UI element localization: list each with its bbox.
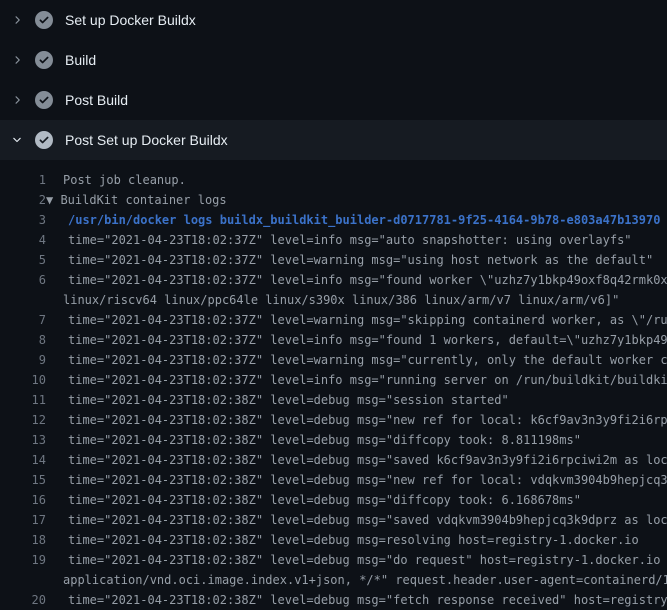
line-number[interactable]: 6 xyxy=(0,270,46,290)
step-header-build[interactable]: Build xyxy=(0,40,667,80)
log-line: 18 time="2021-04-23T18:02:38Z" level=deb… xyxy=(0,530,667,550)
log-line-text: time="2021-04-23T18:02:37Z" level=info m… xyxy=(68,330,667,350)
log-line: 10 time="2021-04-23T18:02:37Z" level=inf… xyxy=(0,370,667,390)
workflow-steps-list: Set up Docker Buildx Build Post Build Po… xyxy=(0,0,667,160)
log-line-text: time="2021-04-23T18:02:38Z" level=debug … xyxy=(68,490,581,510)
line-number[interactable]: 14 xyxy=(0,450,46,470)
log-line-text: time="2021-04-23T18:02:37Z" level=info m… xyxy=(68,270,667,290)
line-number[interactable]: 7 xyxy=(0,310,46,330)
log-line-text: Post job cleanup. xyxy=(63,170,186,190)
log-line-text: time="2021-04-23T18:02:38Z" level=debug … xyxy=(68,510,667,530)
line-number[interactable]: 11 xyxy=(0,390,46,410)
line-number xyxy=(0,290,46,310)
check-circle-icon xyxy=(35,11,53,29)
step-header-post-build[interactable]: Post Build xyxy=(0,80,667,120)
log-line: 11 time="2021-04-23T18:02:38Z" level=deb… xyxy=(0,390,667,410)
log-line: 16 time="2021-04-23T18:02:38Z" level=deb… xyxy=(0,490,667,510)
line-number xyxy=(0,570,46,590)
log-line: 12 time="2021-04-23T18:02:38Z" level=deb… xyxy=(0,410,667,430)
log-line-text: time="2021-04-23T18:02:38Z" level=debug … xyxy=(68,450,667,470)
step-title: Build xyxy=(65,52,96,68)
log-line-text: time="2021-04-23T18:02:38Z" level=debug … xyxy=(68,550,667,570)
log-line-text: linux/riscv64 linux/ppc64le linux/s390x … xyxy=(63,290,619,310)
step-header-post-set-up-docker-buildx[interactable]: Post Set up Docker Buildx xyxy=(0,120,667,160)
log-line-text: time="2021-04-23T18:02:38Z" level=debug … xyxy=(68,390,509,410)
log-line-text: time="2021-04-23T18:02:38Z" level=debug … xyxy=(68,530,639,550)
log-line: 4 time="2021-04-23T18:02:37Z" level=info… xyxy=(0,230,667,250)
line-number[interactable]: 19 xyxy=(0,550,46,570)
log-line: 15 time="2021-04-23T18:02:38Z" level=deb… xyxy=(0,470,667,490)
log-line: linux/riscv64 linux/ppc64le linux/s390x … xyxy=(0,290,667,310)
log-line-text: time="2021-04-23T18:02:37Z" level=warnin… xyxy=(68,350,667,370)
log-line: 17 time="2021-04-23T18:02:38Z" level=deb… xyxy=(0,510,667,530)
log-line-text: time="2021-04-23T18:02:38Z" level=debug … xyxy=(68,410,667,430)
group-collapse-triangle-icon: ▼ xyxy=(46,190,60,210)
log-line-text: time="2021-04-23T18:02:37Z" level=warnin… xyxy=(68,250,653,270)
line-number[interactable]: 10 xyxy=(0,370,46,390)
check-circle-icon xyxy=(35,51,53,69)
check-circle-icon xyxy=(35,131,53,149)
log-line: 7 time="2021-04-23T18:02:37Z" level=warn… xyxy=(0,310,667,330)
line-number[interactable]: 12 xyxy=(0,410,46,430)
log-group-header[interactable]: 2 ▼ BuildKit container logs xyxy=(0,190,667,210)
line-number[interactable]: 2 xyxy=(0,190,46,210)
line-number[interactable]: 20 xyxy=(0,590,46,610)
step-log-output: 1 Post job cleanup. 2 ▼ BuildKit contain… xyxy=(0,160,667,610)
log-line-text: BuildKit container logs xyxy=(60,190,226,210)
log-line: 1 Post job cleanup. xyxy=(0,170,667,190)
step-title: Post Set up Docker Buildx xyxy=(65,132,228,148)
log-line-text: time="2021-04-23T18:02:38Z" level=debug … xyxy=(68,470,667,490)
log-line-text: time="2021-04-23T18:02:37Z" level=info m… xyxy=(68,370,667,390)
step-header-set-up-docker-buildx[interactable]: Set up Docker Buildx xyxy=(0,0,667,40)
log-line: 6 time="2021-04-23T18:02:37Z" level=info… xyxy=(0,270,667,290)
check-circle-icon xyxy=(35,91,53,109)
line-number[interactable]: 17 xyxy=(0,510,46,530)
line-number[interactable]: 13 xyxy=(0,430,46,450)
chevron-right-icon xyxy=(11,54,23,66)
log-line-text: time="2021-04-23T18:02:38Z" level=debug … xyxy=(68,430,581,450)
line-number[interactable]: 9 xyxy=(0,350,46,370)
log-line: 8 time="2021-04-23T18:02:37Z" level=info… xyxy=(0,330,667,350)
log-line: 13 time="2021-04-23T18:02:38Z" level=deb… xyxy=(0,430,667,450)
chevron-down-icon xyxy=(11,134,23,146)
step-title: Post Build xyxy=(65,92,128,108)
line-number[interactable]: 8 xyxy=(0,330,46,350)
line-number[interactable]: 3 xyxy=(0,210,46,230)
line-number[interactable]: 15 xyxy=(0,470,46,490)
line-number[interactable]: 4 xyxy=(0,230,46,250)
log-line-command: 3 /usr/bin/docker logs buildx_buildkit_b… xyxy=(0,210,667,230)
step-title: Set up Docker Buildx xyxy=(65,12,196,28)
chevron-right-icon xyxy=(11,94,23,106)
log-line-text: time="2021-04-23T18:02:37Z" level=warnin… xyxy=(68,310,667,330)
log-line: 9 time="2021-04-23T18:02:37Z" level=warn… xyxy=(0,350,667,370)
log-line-text: /usr/bin/docker logs buildx_buildkit_bui… xyxy=(68,210,660,230)
line-number[interactable]: 18 xyxy=(0,530,46,550)
log-line: 19 time="2021-04-23T18:02:38Z" level=deb… xyxy=(0,550,667,570)
line-number[interactable]: 16 xyxy=(0,490,46,510)
line-number[interactable]: 5 xyxy=(0,250,46,270)
log-line-text: application/vnd.oci.image.index.v1+json,… xyxy=(63,570,667,590)
log-line: application/vnd.oci.image.index.v1+json,… xyxy=(0,570,667,590)
log-line-text: time="2021-04-23T18:02:38Z" level=debug … xyxy=(68,590,667,610)
log-line: 5 time="2021-04-23T18:02:37Z" level=warn… xyxy=(0,250,667,270)
line-number[interactable]: 1 xyxy=(0,170,46,190)
chevron-right-icon xyxy=(11,14,23,26)
log-line-text: time="2021-04-23T18:02:37Z" level=info m… xyxy=(68,230,632,250)
log-line: 20 time="2021-04-23T18:02:38Z" level=deb… xyxy=(0,590,667,610)
log-line: 14 time="2021-04-23T18:02:38Z" level=deb… xyxy=(0,450,667,470)
